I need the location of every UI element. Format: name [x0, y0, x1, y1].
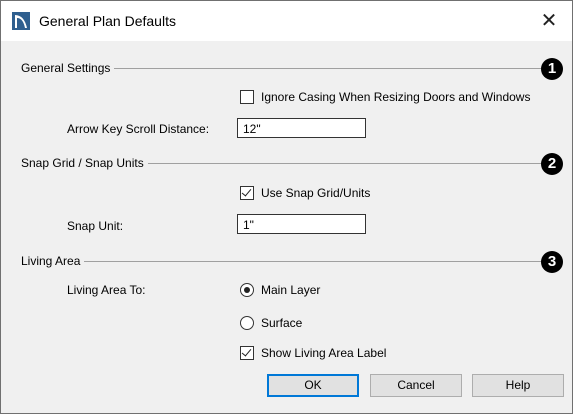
- window-title: General Plan Defaults: [39, 13, 176, 29]
- dialog-body: General Settings 1 Ignore Casing When Re…: [1, 41, 572, 413]
- main-layer-radio[interactable]: [240, 283, 254, 297]
- show-living-area-label-checkbox[interactable]: [240, 346, 254, 360]
- surface-radio[interactable]: [240, 316, 254, 330]
- ok-button[interactable]: OK: [267, 374, 359, 397]
- snap-grid-title: Snap Grid / Snap Units: [21, 156, 148, 170]
- section-2-badge: 2: [541, 153, 563, 175]
- ignore-casing-label[interactable]: Ignore Casing When Resizing Doors and Wi…: [261, 90, 530, 104]
- ignore-casing-checkbox[interactable]: [240, 90, 254, 104]
- help-button[interactable]: Help: [472, 374, 564, 397]
- arrow-key-scroll-label: Arrow Key Scroll Distance:: [67, 122, 210, 136]
- use-snap-grid-checkbox[interactable]: [240, 186, 254, 200]
- close-icon[interactable]: ✕: [536, 7, 562, 33]
- arrow-key-scroll-input[interactable]: 12": [237, 118, 366, 138]
- show-living-area-label-label[interactable]: Show Living Area Label: [261, 346, 386, 360]
- living-area-title: Living Area: [21, 254, 85, 268]
- living-area-to-label: Living Area To:: [67, 283, 146, 297]
- snap-unit-label: Snap Unit:: [67, 219, 124, 233]
- main-layer-label[interactable]: Main Layer: [261, 283, 320, 297]
- section-1-badge: 1: [541, 58, 563, 80]
- general-settings-title: General Settings: [21, 61, 115, 75]
- app-icon: [12, 12, 30, 30]
- title-bar[interactable]: General Plan Defaults ✕: [1, 1, 572, 41]
- section-3-badge: 3: [541, 251, 563, 273]
- snap-unit-input[interactable]: 1": [237, 214, 366, 234]
- living-area-divider: [21, 261, 541, 262]
- use-snap-grid-label[interactable]: Use Snap Grid/Units: [261, 186, 370, 200]
- general-plan-defaults-dialog: General Plan Defaults ✕ General Settings…: [0, 0, 573, 414]
- surface-label[interactable]: Surface: [261, 316, 302, 330]
- cancel-button[interactable]: Cancel: [370, 374, 462, 397]
